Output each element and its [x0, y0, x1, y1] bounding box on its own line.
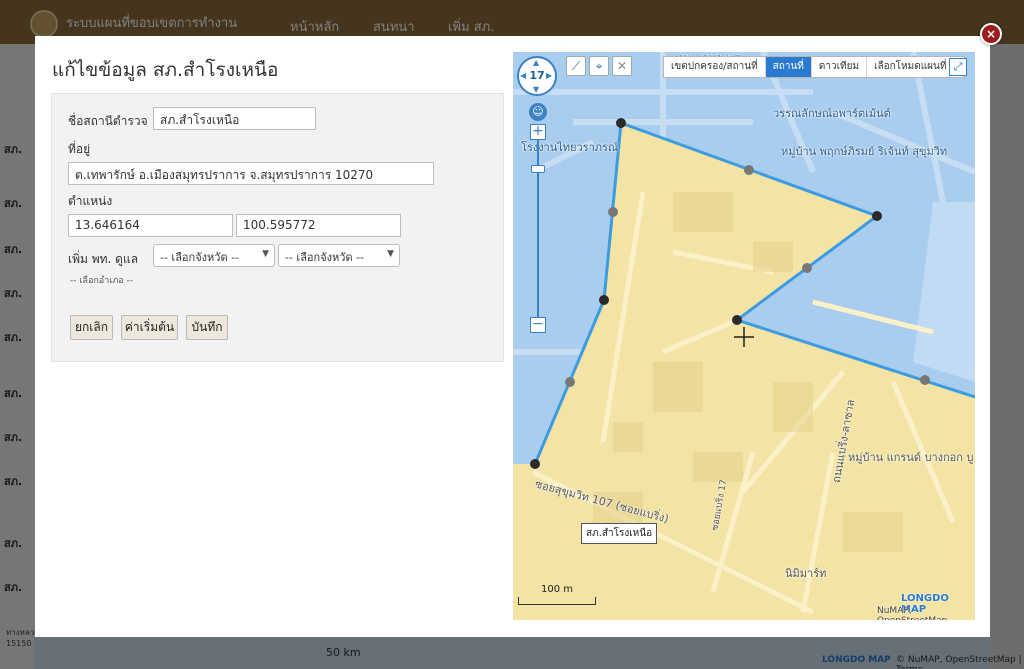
zoom-in-button[interactable]: +	[530, 124, 546, 140]
province-select-2[interactable]: -- เลือกจังหวัด -- ▼	[278, 244, 400, 267]
map-layer-tabs: เขตปกครอง/สถานที่ สถานที่ ดาวเทียม เลือก…	[663, 56, 965, 78]
province-select-1[interactable]: -- เลือกจังหวัด -- ▼	[153, 244, 275, 267]
pan-down-icon[interactable]: ▼	[533, 85, 539, 94]
position-label: ตำแหน่ง	[68, 194, 113, 208]
layer-mode-label: เลือกโหมดแผนที่	[874, 61, 947, 72]
person-icon[interactable]: ☺	[529, 103, 547, 121]
station-place-label: สภ.สำโรงเหนือ	[581, 523, 658, 544]
scale-bar	[518, 597, 596, 605]
pan-up-icon[interactable]: ▲	[533, 58, 539, 67]
map-label-nimit: นิมิมาร์ท	[785, 567, 827, 580]
draw-line-icon[interactable]: ⟋	[566, 56, 586, 76]
edit-station-modal: แก้ไขข้อมูล สภ.สำโรงเหนือ ชื่อสถานีตำรวจ…	[35, 36, 990, 637]
station-name-field[interactable]: สภ.สำโรงเหนือ	[153, 107, 316, 130]
close-icon[interactable]: ×	[980, 23, 1002, 45]
chevron-down-icon: ▼	[387, 249, 394, 259]
province-select-2-value: -- เลือกจังหวัด --	[285, 251, 365, 264]
station-form: ชื่อสถานีตำรวจ สภ.สำโรงเหนือ ที่อยู่ ต.เ…	[51, 93, 504, 362]
save-button[interactable]: บันทึก	[186, 315, 228, 340]
coverage-label: เพิ่ม พท. ดูแล	[68, 252, 139, 266]
latitude-field[interactable]: 13.646164	[68, 214, 233, 237]
amphoe-hint: -- เลือกอำเภอ --	[70, 276, 134, 286]
layer-tab-admin[interactable]: เขตปกครอง/สถานที่	[664, 57, 766, 77]
map-label-factory: โรงงานไทยวราภรณ์	[521, 141, 619, 154]
modal-title: แก้ไขข้อมูล สภ.สำโรงเหนือ	[52, 59, 279, 81]
zoom-level: 17	[529, 69, 545, 82]
layer-tab-satellite[interactable]: ดาวเทียม	[812, 57, 868, 77]
address-label: ที่อยู่	[68, 142, 91, 156]
province-select-1-value: -- เลือกจังหวัด --	[160, 251, 240, 264]
chevron-down-icon: ▼	[262, 249, 269, 259]
scale-label: 100 m	[541, 584, 574, 595]
zoom-out-button[interactable]: −	[530, 317, 546, 333]
address-field[interactable]: ต.เทพารักษ์ อ.เมืองสมุทรปราการ จ.สมุทรปร…	[68, 162, 434, 185]
reset-button[interactable]: ค่าเริ่มต้น	[121, 315, 178, 340]
draw-polygon-icon[interactable]: ⌖	[589, 56, 609, 76]
map-label-village-top: หมู่บ้าน พฤกษ์ภิรมย์ ริเจ้นท์ สุขุมวิท	[781, 145, 948, 158]
cancel-button[interactable]: ยกเลิก	[70, 315, 113, 340]
longitude-field[interactable]: 100.595772	[236, 214, 401, 237]
layer-tab-places[interactable]: สถานที่	[765, 57, 812, 77]
zoom-slider-thumb[interactable]	[531, 165, 545, 173]
map-view[interactable]: วรรณลักษณ์อพาร์ตเม้นต์ หมู่บ้าน พฤกษ์ภิร…	[513, 52, 975, 620]
station-name-label: ชื่อสถานีตำรวจ	[68, 114, 148, 128]
map-label-condo: วรรณลักษณ์อพาร์ตเม้นต์	[773, 107, 891, 120]
map-attribution: NuMAP, OpenStreetMap	[877, 606, 947, 620]
map-pan-control[interactable]: ▲ ▼ ◀ ▶ 17	[517, 56, 557, 96]
fullscreen-icon[interactable]: ⤢	[949, 58, 967, 76]
map-label-village-bottom: หมู่บ้าน แกรนด์ บางกอก บู	[848, 451, 974, 464]
clear-icon[interactable]: ✕	[612, 56, 632, 76]
